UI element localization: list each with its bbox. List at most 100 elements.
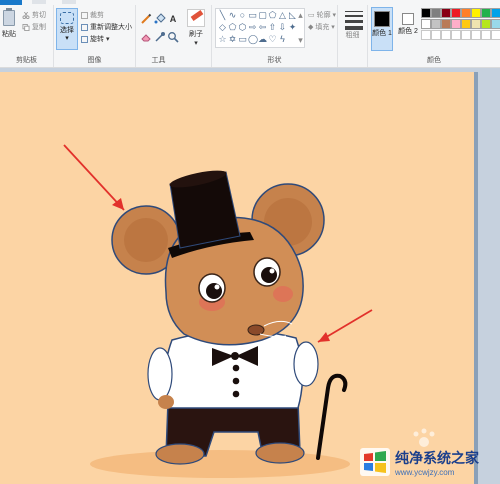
lightning-shape-icon[interactable]: ϟ — [278, 35, 287, 44]
triangle-shape-icon[interactable]: △ — [278, 11, 287, 20]
palette-color-swatch[interactable] — [491, 8, 500, 18]
shapes-group: ╲ ∿ ○ ▭ ▢ ⬠ △ ◺ ◇ ⬠ ⬡ ⇨ ⇦ ⇧ ⇩ ✦ ☆ ✡ ▭ ◯ … — [212, 5, 338, 67]
workspace: 纯净系统之家 www.ycwjzy.com — [0, 68, 500, 484]
left-arm — [147, 347, 173, 401]
callout-rect-shape-icon[interactable]: ▭ — [238, 35, 247, 44]
down-arrow-shape-icon[interactable]: ⇩ — [278, 23, 287, 32]
text-tool-icon[interactable]: A — [167, 13, 179, 25]
diamond-shape-icon[interactable]: ◇ — [218, 23, 227, 32]
polygon-shape-icon[interactable]: ⬠ — [268, 11, 277, 20]
chevron-down-icon: ▾ — [332, 12, 337, 19]
outline-button[interactable]: ▭ 轮廓 ▾ — [308, 10, 336, 20]
fill-bucket-icon[interactable] — [154, 13, 166, 25]
palette-color-swatch[interactable] — [461, 19, 471, 29]
color-picker-icon[interactable] — [154, 31, 166, 43]
windows-logo-icon — [360, 448, 390, 476]
line-shape-icon[interactable]: ╲ — [218, 11, 227, 20]
palette-color-swatch[interactable] — [461, 8, 471, 18]
copy-button[interactable]: 复制 — [22, 22, 46, 32]
shapes-gallery[interactable]: ╲ ∿ ○ ▭ ▢ ⬠ △ ◺ ◇ ⬠ ⬡ ⇨ ⇦ ⇧ ⇩ ✦ ☆ ✡ ▭ ◯ … — [215, 8, 305, 48]
cut-button[interactable]: 剪切 — [22, 10, 46, 20]
paste-button[interactable]: 粘贴 — [1, 8, 17, 44]
rotate-icon — [81, 35, 88, 43]
color2-button[interactable]: 颜色 2 — [397, 7, 419, 51]
resize-button[interactable]: 重新调整大小 — [81, 22, 132, 32]
cane — [316, 373, 348, 460]
custom-color-slot[interactable] — [471, 30, 481, 40]
right-foot — [255, 442, 305, 464]
custom-color-slot[interactable] — [461, 30, 471, 40]
oval-shape-icon[interactable]: ○ — [238, 11, 247, 20]
palette-color-swatch[interactable] — [491, 19, 500, 29]
tab-view[interactable] — [62, 0, 76, 4]
palette-color-swatch[interactable] — [421, 19, 431, 29]
copy-icon — [22, 23, 30, 31]
rectangle-shape-icon[interactable]: ▭ — [248, 11, 257, 20]
custom-color-slot[interactable] — [481, 30, 491, 40]
up-arrow-shape-icon[interactable]: ⇧ — [268, 23, 277, 32]
fill-button[interactable]: ◆ 填充 ▾ — [308, 22, 335, 32]
callout-oval-shape-icon[interactable]: ◯ — [248, 35, 258, 44]
palette-color-swatch[interactable] — [421, 8, 431, 18]
palette-color-swatch[interactable] — [471, 8, 481, 18]
curve-shape-icon[interactable]: ∿ — [228, 11, 237, 20]
pentagon-shape-icon[interactable]: ⬠ — [228, 23, 237, 32]
star-shape-icon[interactable]: ☆ — [218, 35, 227, 44]
select-icon — [60, 12, 74, 24]
resize-label: 重新调整大小 — [90, 24, 132, 31]
right-arm — [293, 341, 319, 387]
custom-color-slot[interactable] — [441, 30, 451, 40]
watermark-title: 纯净系统之家 — [395, 449, 479, 466]
palette-color-swatch[interactable] — [481, 8, 491, 18]
callout-cloud-shape-icon[interactable]: ☁ — [258, 35, 267, 44]
six-point-star-shape-icon[interactable]: ✡ — [228, 35, 237, 44]
palette-color-swatch[interactable] — [451, 19, 461, 29]
eraser-icon[interactable] — [140, 31, 152, 43]
magnifier-icon[interactable] — [167, 31, 179, 43]
chevron-down-icon: ▾ — [331, 24, 335, 31]
scissors-icon — [22, 11, 30, 19]
palette-color-swatch[interactable] — [441, 8, 451, 18]
size-group[interactable]: 粗细 — [338, 5, 368, 67]
crop-icon — [81, 11, 88, 19]
ground-shadow — [90, 450, 350, 478]
outline-label: 轮廓 — [316, 12, 331, 19]
image-group: 选择 ▾ 裁剪 重新调整大小 旋转 ▾ 图像 — [54, 5, 136, 67]
rounded-rectangle-shape-icon[interactable]: ▢ — [258, 11, 267, 20]
copy-label: 复制 — [32, 24, 46, 31]
select-label: 选择 — [60, 27, 74, 34]
paste-label: 粘贴 — [2, 31, 16, 38]
custom-color-slot[interactable] — [451, 30, 461, 40]
hexagon-shape-icon[interactable]: ⬡ — [238, 23, 247, 32]
custom-color-slot[interactable] — [431, 30, 441, 40]
color1-button[interactable]: 颜色 1 — [371, 7, 393, 51]
palette-color-swatch[interactable] — [431, 8, 441, 18]
palette-color-swatch[interactable] — [451, 8, 461, 18]
scroll-down-icon[interactable]: ▾ — [296, 36, 305, 45]
crop-label: 裁剪 — [90, 12, 104, 19]
resize-icon — [81, 23, 88, 31]
tools-group-label: 工具 — [151, 57, 166, 64]
four-point-star-shape-icon[interactable]: ✦ — [288, 23, 297, 32]
custom-color-slot[interactable] — [421, 30, 431, 40]
ribbon: 粘贴 剪切 复制 剪贴板 选择 ▾ 裁剪 重新调整大小 旋转 ▾ 图像 A 工具… — [0, 0, 500, 68]
palette-color-swatch[interactable] — [471, 19, 481, 29]
heart-shape-icon[interactable]: ♡ — [268, 35, 277, 44]
custom-color-slot[interactable] — [491, 30, 500, 40]
mouse-illustration — [63, 144, 435, 478]
select-button[interactable]: 选择 ▾ — [56, 8, 78, 50]
drawing-canvas[interactable] — [0, 72, 474, 484]
watermark: 纯净系统之家 www.ycwjzy.com — [360, 442, 500, 482]
left-arrow-shape-icon[interactable]: ⇦ — [258, 23, 267, 32]
annotation-arrow-1 — [63, 144, 125, 211]
palette-color-swatch[interactable] — [481, 19, 491, 29]
palette-color-swatch[interactable] — [431, 19, 441, 29]
pencil-icon[interactable] — [140, 13, 152, 25]
crop-button[interactable]: 裁剪 — [81, 10, 104, 20]
tab-home[interactable] — [32, 0, 46, 4]
palette-color-swatch[interactable] — [441, 19, 451, 29]
rotate-button[interactable]: 旋转 ▾ — [81, 34, 110, 44]
scroll-up-icon[interactable]: ▴ — [296, 11, 305, 20]
brushes-button[interactable]: 刷子 ▾ — [184, 9, 208, 49]
right-arrow-shape-icon[interactable]: ⇨ — [248, 23, 257, 32]
